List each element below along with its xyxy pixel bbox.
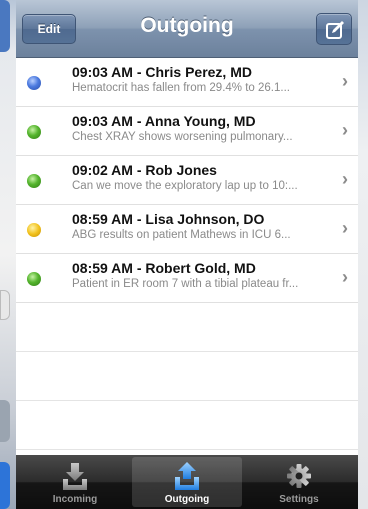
tab-label: Settings — [279, 494, 319, 505]
message-preview: Hematocrit has fallen from 29.4% to 26.1… — [72, 82, 290, 94]
status-dot-icon — [27, 76, 41, 90]
background-chip — [0, 0, 10, 52]
inbox-download-icon — [63, 463, 87, 490]
status-dot-icon — [27, 272, 41, 286]
tab-label: Incoming — [52, 494, 98, 505]
background-right-edge — [358, 0, 368, 509]
message-row[interactable]: 08:59 AM - Robert Gold, MD Patient in ER… — [16, 254, 358, 303]
app-screen: Edit Outgoing 09:03 AM - Chris Perez, MD… — [16, 0, 358, 509]
background-left-edge — [0, 0, 16, 509]
message-title: 08:59 AM - Robert Gold, MD — [72, 260, 256, 276]
tab-incoming[interactable]: Incoming — [20, 457, 130, 507]
message-row[interactable]: 08:59 AM - Lisa Johnson, DO ABG results … — [16, 205, 358, 254]
status-dot-icon — [27, 125, 41, 139]
background-chip — [0, 462, 10, 509]
message-preview: ABG results on patient Mathews in ICU 6.… — [72, 229, 291, 241]
status-dot-icon — [27, 174, 41, 188]
outbox-upload-icon — [175, 462, 199, 490]
tab-settings[interactable]: Settings — [244, 457, 354, 507]
message-title: 08:59 AM - Lisa Johnson, DO — [72, 211, 265, 227]
empty-row — [16, 352, 358, 401]
message-preview: Patient in ER room 7 with a tibial plate… — [72, 278, 299, 290]
chevron-right-icon: › — [342, 169, 348, 189]
message-list: 09:03 AM - Chris Perez, MD Hematocrit ha… — [16, 58, 358, 450]
gear-icon — [287, 464, 311, 488]
message-row[interactable]: 09:03 AM - Anna Young, MD Chest XRAY sho… — [16, 107, 358, 156]
message-preview: Chest XRAY shows worsening pulmonary... — [72, 131, 293, 143]
chevron-right-icon: › — [342, 71, 348, 91]
navigation-bar: Edit Outgoing — [16, 0, 358, 58]
empty-row — [16, 303, 358, 352]
background-chip — [0, 290, 10, 320]
tab-outgoing[interactable]: Outgoing — [132, 457, 242, 507]
chevron-right-icon: › — [342, 267, 348, 287]
compose-icon — [326, 21, 344, 39]
chevron-right-icon: › — [342, 218, 348, 238]
message-row[interactable]: 09:02 AM - Rob Jones Can we move the exp… — [16, 156, 358, 205]
page-title: Outgoing — [140, 14, 234, 37]
chevron-right-icon: › — [342, 120, 348, 140]
message-row[interactable]: 09:03 AM - Chris Perez, MD Hematocrit ha… — [16, 58, 358, 107]
message-title: 09:03 AM - Chris Perez, MD — [72, 64, 252, 80]
tab-bar: Incoming Outgoing Settings — [16, 455, 358, 509]
compose-button[interactable] — [316, 13, 352, 45]
status-dot-icon — [27, 223, 41, 237]
background-chip — [0, 400, 10, 442]
tab-label: Outgoing — [164, 494, 210, 505]
message-title: 09:02 AM - Rob Jones — [72, 162, 217, 178]
message-preview: Can we move the exploratory lap up to 10… — [72, 180, 298, 192]
empty-row — [16, 401, 358, 450]
message-title: 09:03 AM - Anna Young, MD — [72, 113, 256, 129]
